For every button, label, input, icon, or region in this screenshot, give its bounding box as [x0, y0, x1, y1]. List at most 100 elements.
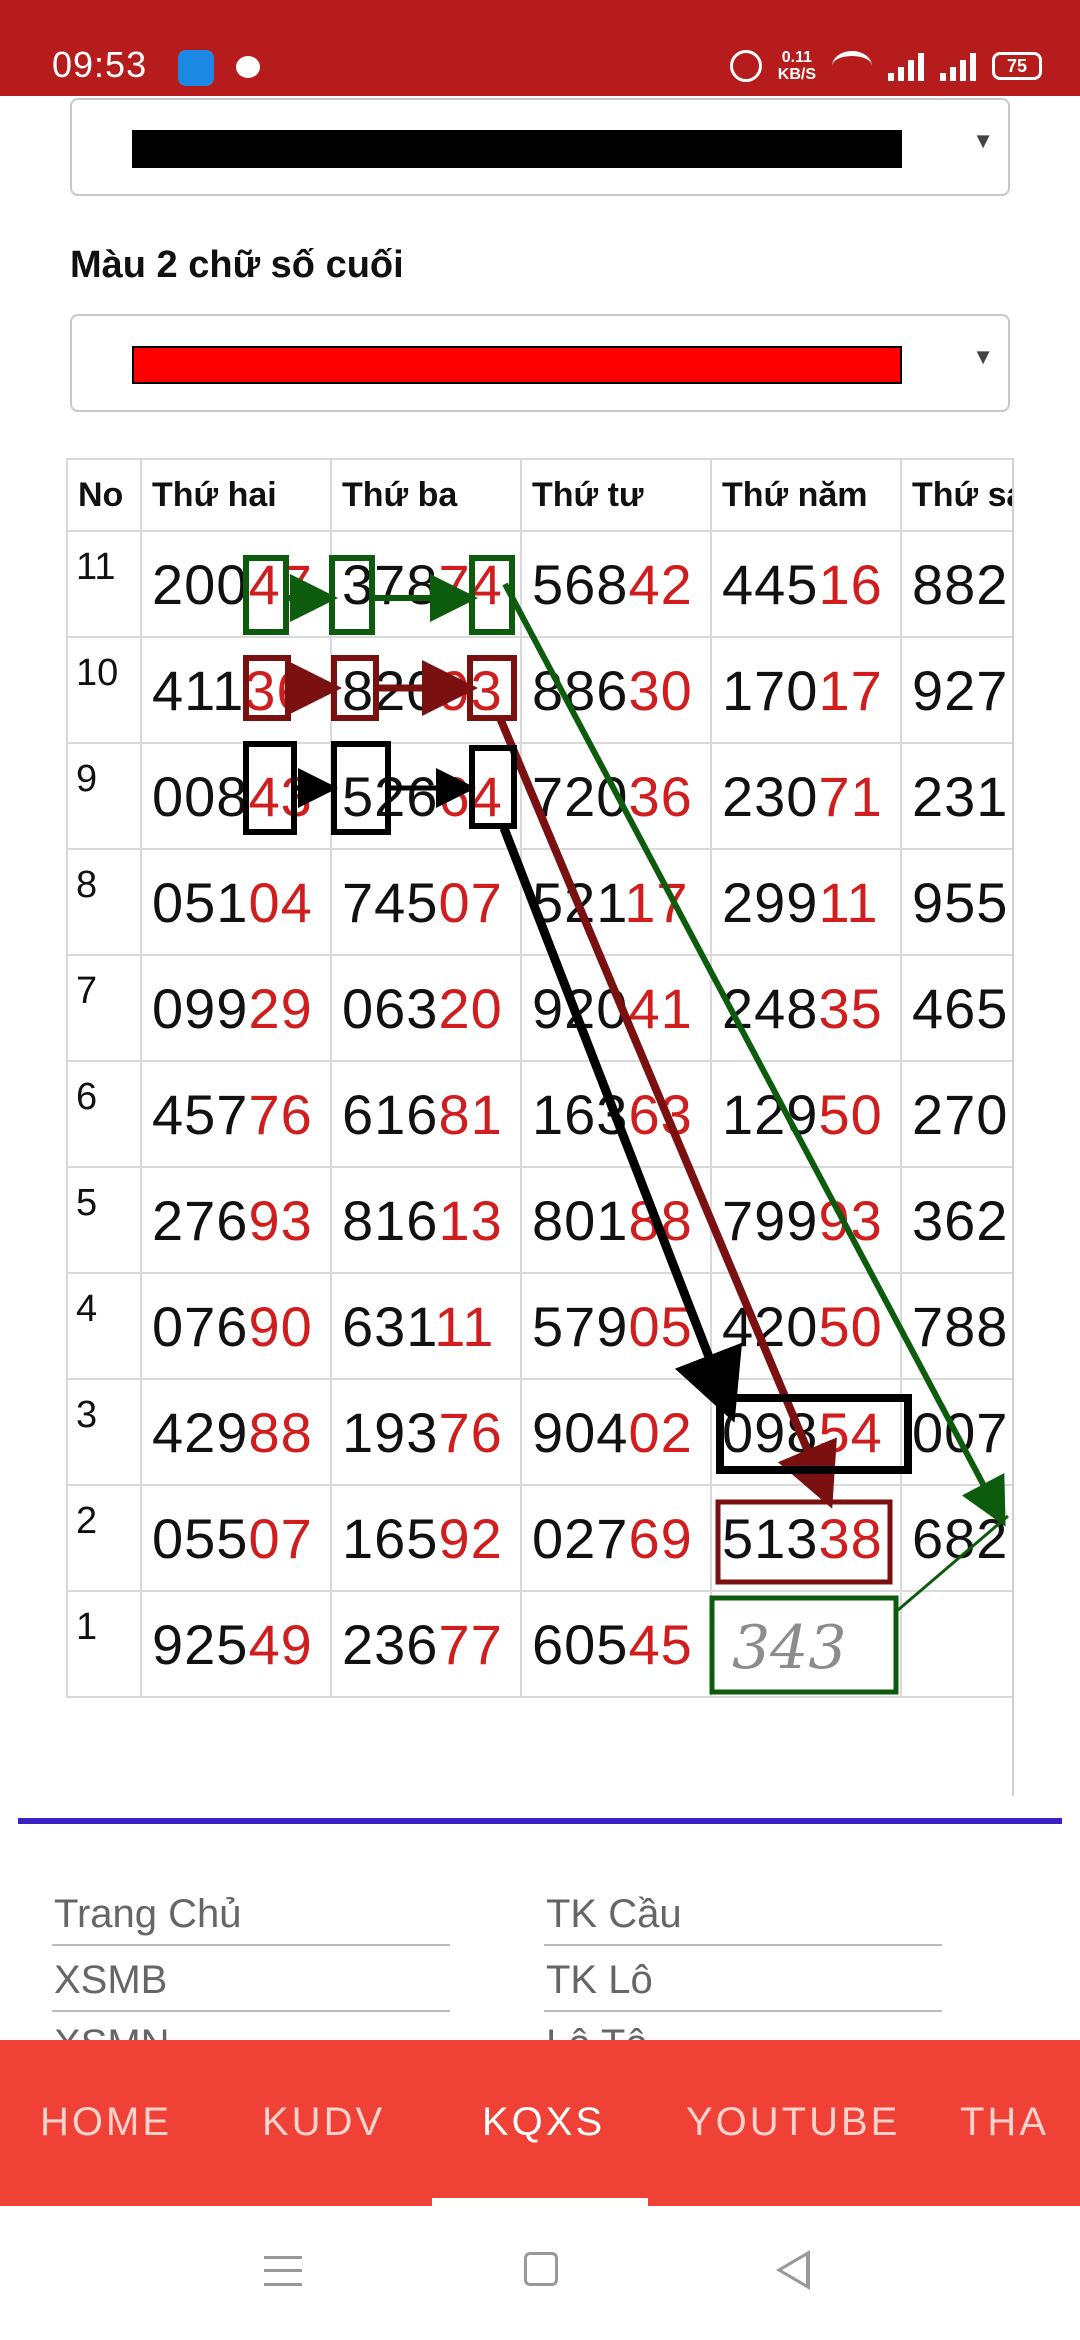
result-digits-tail: 88 — [248, 1400, 313, 1464]
row-number: 7 — [66, 954, 142, 1062]
result-digits-head: 411 — [152, 658, 245, 722]
result-cell: 23071 — [710, 742, 902, 850]
result-digits-head: 007 — [912, 1400, 1009, 1464]
result-digits-head: 927 — [912, 658, 1009, 722]
color-select-1[interactable]: ▼ — [70, 98, 1010, 196]
result-digits-tail: 74 — [438, 552, 503, 616]
result-digits-tail: 16 — [818, 552, 883, 616]
result-digits-tail: 05 — [628, 1294, 693, 1358]
result-digits-head: 076 — [152, 1294, 249, 1358]
result-digits-head: 920 — [532, 976, 629, 1040]
result-digits-head: 799 — [722, 1188, 819, 1252]
result-digits-tail: 77 — [438, 1612, 503, 1676]
result-cell: 37874 — [330, 530, 522, 638]
footer-link-xsmn[interactable]: XSMN — [52, 2022, 450, 2040]
result-digits-head: 526 — [342, 764, 439, 828]
result-digits-head: 568 — [532, 552, 629, 616]
row-number: 3 — [66, 1378, 142, 1486]
row-number: 2 — [66, 1484, 142, 1592]
result-cell: 16363 — [520, 1060, 712, 1168]
result-cell: 60545 — [520, 1590, 712, 1698]
tab-home[interactable]: HOME — [40, 2100, 172, 2145]
result-digits-tail: 93 — [248, 1188, 313, 1252]
app-notification-icon — [178, 50, 214, 86]
result-digits-head: 063 — [342, 976, 439, 1040]
result-digits-head: 231 — [912, 764, 1009, 828]
result-cell: 82093 — [330, 636, 522, 744]
results-table-scroll[interactable]: NoThứ haiThứ baThứ tưThứ nămThứ sáu 1120… — [66, 458, 1014, 1796]
result-cell: 81613 — [330, 1166, 522, 1274]
tab-tha[interactable]: THA — [960, 2100, 1049, 2145]
table-row: 5 27693 81613 80188 79993 362 — [66, 1166, 1012, 1274]
section-divider — [18, 1818, 1062, 1824]
footer-link-lo-to[interactable]: Lô Tô — [544, 2022, 942, 2040]
result-digits-tail: 07 — [248, 1506, 313, 1570]
result-cell: 12950 — [710, 1060, 902, 1168]
result-cell: 57905 — [520, 1272, 712, 1380]
network-speed-value: 0.11 — [781, 49, 813, 66]
table-row: 2 05507 16592 02769 51338 682 — [66, 1484, 1012, 1592]
result-digits-head: 051 — [152, 870, 249, 934]
home-icon[interactable] — [524, 2252, 558, 2286]
tab-kudv[interactable]: KUDV — [262, 2100, 385, 2145]
result-digits-head: 098 — [722, 1400, 819, 1464]
result-digits-head: 170 — [722, 658, 819, 722]
result-cell: 02769 — [520, 1484, 712, 1592]
result-digits-head: 720 — [532, 764, 629, 828]
page-content: ▼ Màu 2 chữ số cuối ▼ No Thứ hai Thứ ba Thứ… — [0, 96, 1080, 2040]
color-select-2[interactable]: ▼ — [70, 314, 1010, 412]
result-digits-tail: 30 — [628, 658, 693, 722]
result-digits-head: 236 — [342, 1612, 439, 1676]
result-digits-tail: 69 — [628, 1506, 693, 1570]
table-row: 7 09929 06320 92041 24835 465 — [66, 954, 1012, 1062]
result-cell: 362 — [900, 1166, 1012, 1274]
result-cell: 007 — [900, 1378, 1012, 1486]
footer-link-home[interactable]: Trang Chủ — [52, 1892, 450, 1946]
result-cell: 17017 — [710, 636, 902, 744]
result-digits-head: 378 — [342, 552, 439, 616]
result-digits-head: 270 — [912, 1082, 1009, 1146]
result-digits-head: 129 — [722, 1082, 819, 1146]
status-indicators: 0.11 KB/S 75 — [729, 46, 1042, 86]
result-cell: 44516 — [710, 530, 902, 638]
result-cell — [900, 1590, 1012, 1698]
result-digits-tail: 42 — [628, 552, 693, 616]
result-digits-tail: 63 — [628, 1082, 693, 1146]
result-cell: 63111 — [330, 1272, 522, 1380]
table-row: 11 20047 37874 56842 44516 882 — [66, 530, 1012, 638]
result-digits-head: 193 — [342, 1400, 439, 1464]
result-digits-head: 163 — [532, 1082, 629, 1146]
result-cell: 23677 — [330, 1590, 522, 1698]
result-digits-head: 055 — [152, 1506, 249, 1570]
back-icon[interactable] — [776, 2250, 810, 2290]
footer-link-xsmb[interactable]: XSMB — [52, 1958, 450, 2012]
result-digits-tail: 76 — [248, 1082, 313, 1146]
table-body: 11 20047 37874 56842 44516 882 10 41136 82093 886… — [66, 530, 1012, 1698]
footer-link-tk-lo[interactable]: TK Lô — [544, 1958, 942, 2012]
column-header: Thứ sáu — [900, 458, 1012, 532]
results-table: NoThứ haiThứ baThứ tưThứ nămThứ sáu 1120… — [66, 458, 1012, 1698]
result-digits-tail: 41 — [628, 976, 693, 1040]
tab-youtube[interactable]: YOUTUBE — [686, 2100, 900, 2145]
table-row: 9 00843 52664 72036 23071 231 — [66, 742, 1012, 850]
result-cell: 56842 — [520, 530, 712, 638]
result-cell: 52664 — [330, 742, 522, 850]
tab-kqxs[interactable]: KQXS — [482, 2100, 605, 2145]
result-digits-tail: 64 — [438, 764, 503, 828]
result-digits-tail: 49 — [248, 1612, 313, 1676]
result-digits-head: 465 — [912, 976, 1009, 1040]
row-number: 4 — [66, 1272, 142, 1380]
menu-icon[interactable] — [264, 2256, 302, 2286]
result-digits-head: 816 — [342, 1188, 439, 1252]
result-cell: 80188 — [520, 1166, 712, 1274]
result-cell: 465 — [900, 954, 1012, 1062]
table-row: 3 42988 19376 90402 09854 007 — [66, 1378, 1012, 1486]
network-speed: 0.11 KB/S — [778, 49, 816, 83]
result-digits-tail: 47 — [248, 552, 313, 616]
status-time: 09:53 — [52, 44, 148, 85]
result-cell: 74507 — [330, 848, 522, 956]
result-cell: 19376 — [330, 1378, 522, 1486]
footer-link-tk-cau[interactable]: TK Cầu — [544, 1892, 942, 1946]
result-cell: 92041 — [520, 954, 712, 1062]
result-cell: 05507 — [140, 1484, 332, 1592]
